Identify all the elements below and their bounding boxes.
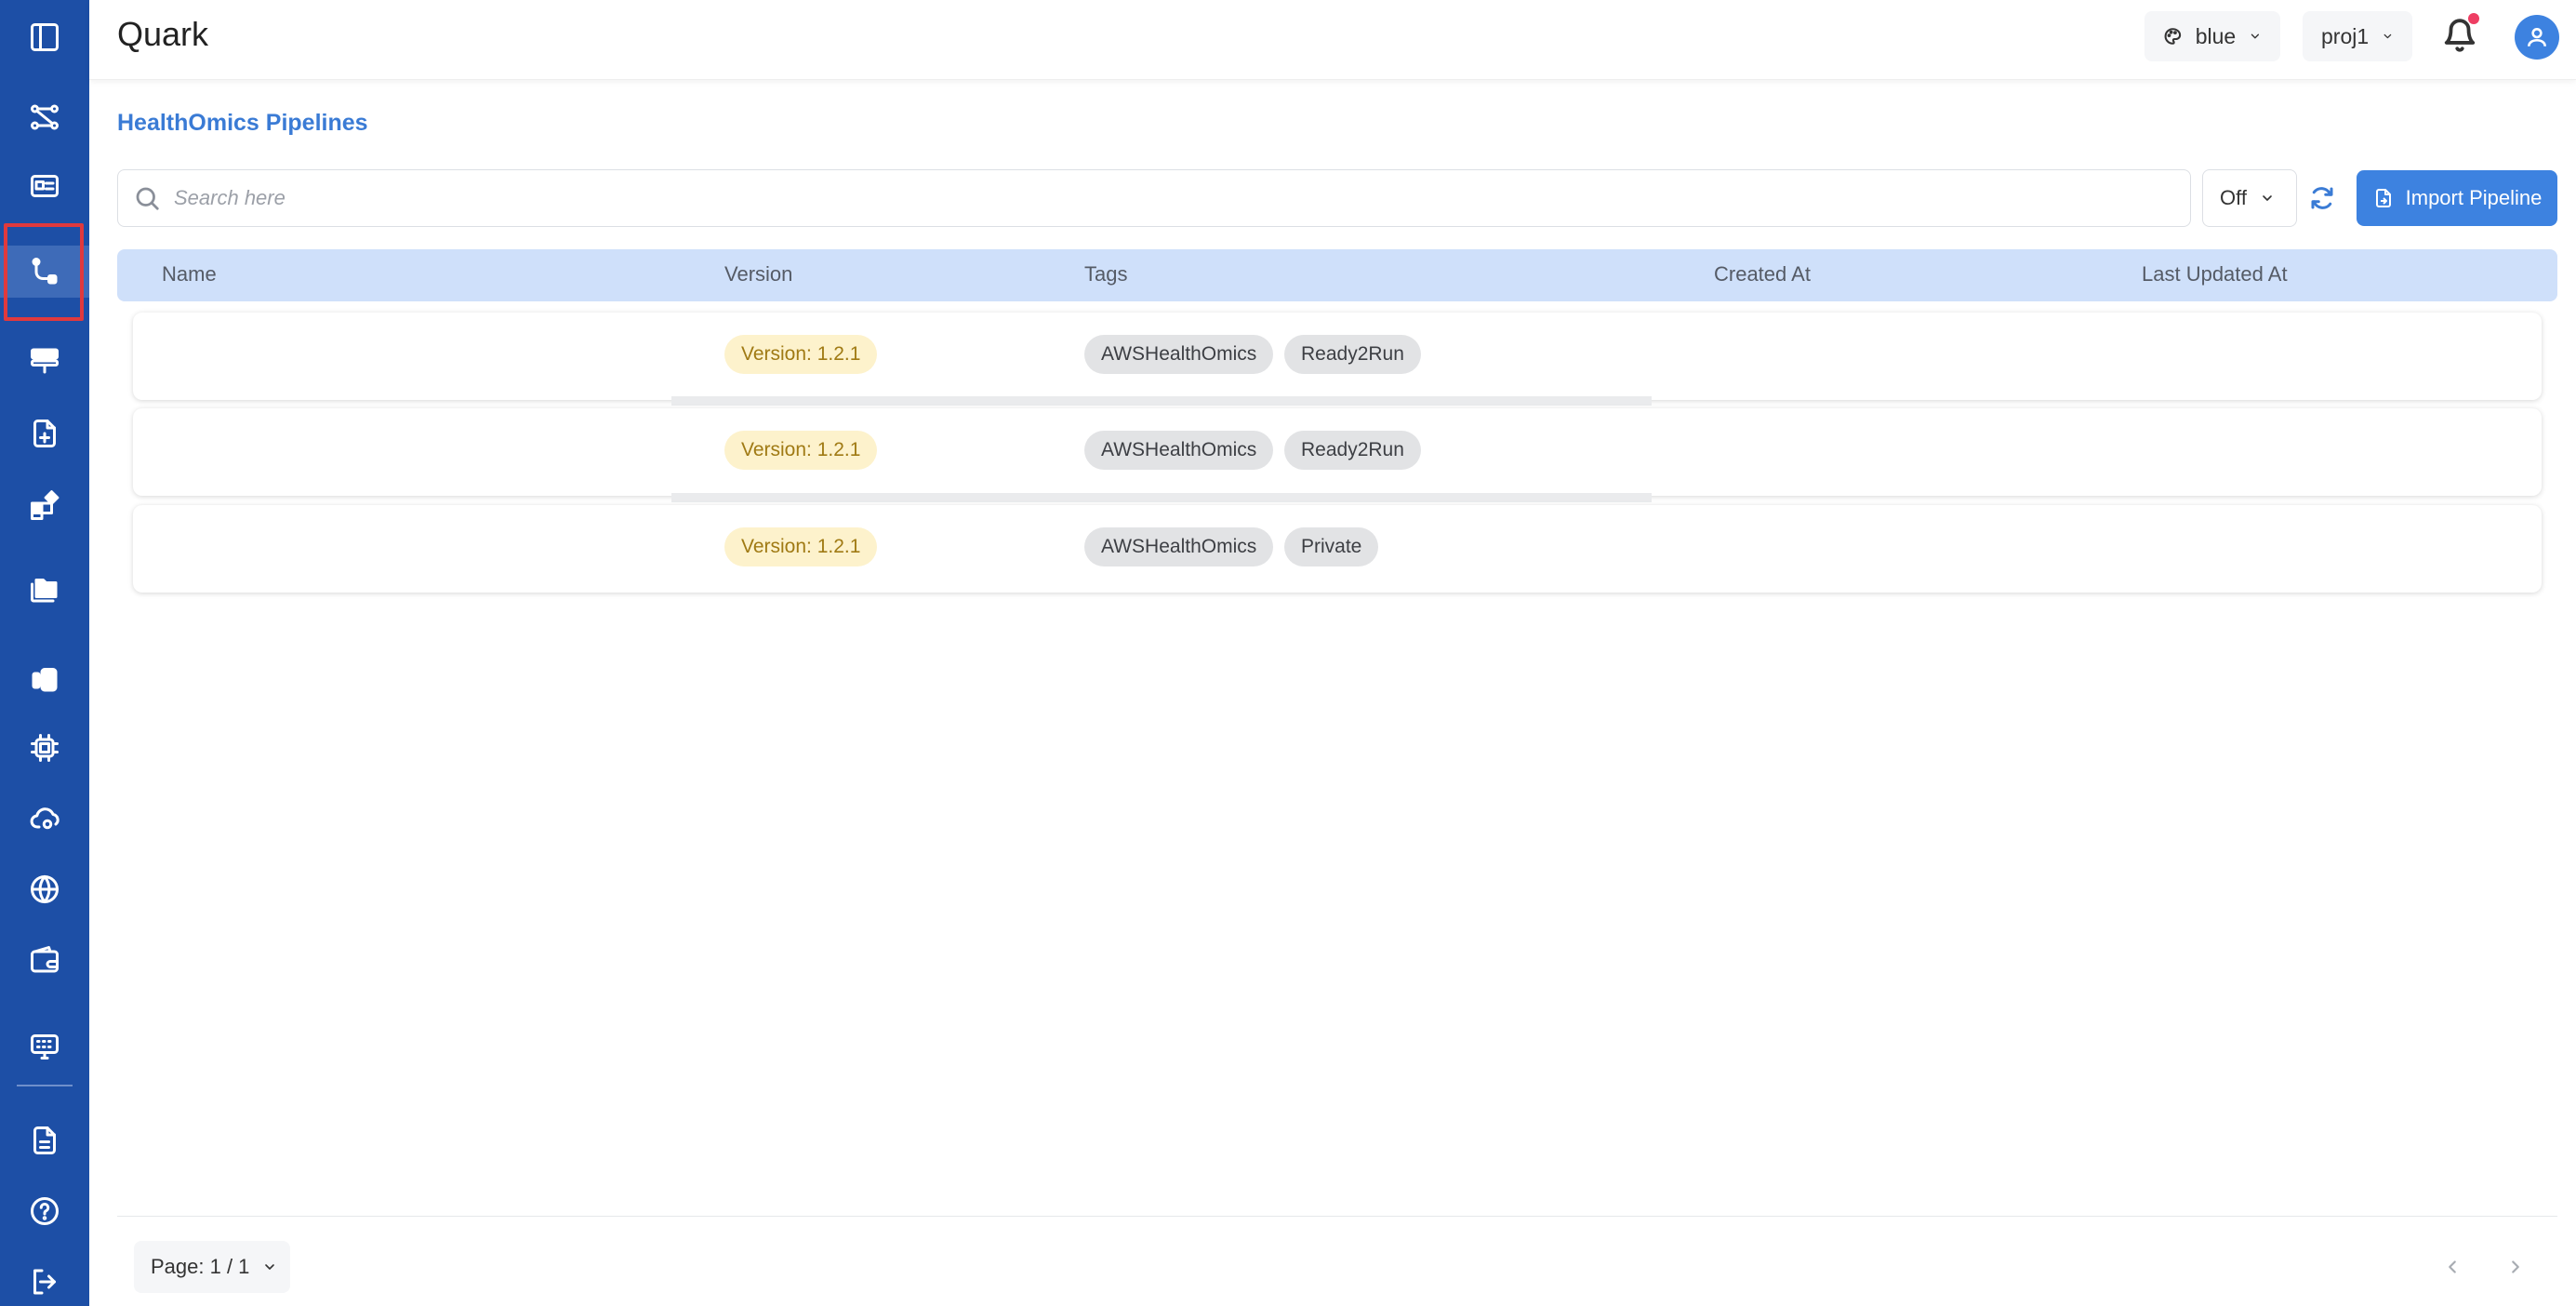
row-separator (671, 493, 1652, 502)
project-dropdown[interactable]: proj1 (2303, 11, 2412, 61)
search-icon (136, 187, 159, 210)
auto-refresh-value: Off (2220, 186, 2247, 209)
tag-badge: AWSHealthOmics (1084, 335, 1274, 374)
theme-value: blue (2195, 23, 2237, 48)
refresh-button[interactable] (2301, 169, 2344, 227)
chevron-down-icon (2263, 195, 2272, 201)
tag-badge: AWSHealthOmics (1084, 431, 1274, 470)
chip-icon[interactable] (0, 722, 89, 774)
version-badge: Version: 1.2.1 (724, 527, 878, 566)
logout-icon[interactable] (0, 1256, 89, 1306)
top-header: Quark blue proj1 (89, 0, 2576, 80)
import-file-icon (2375, 189, 2391, 207)
version-badge: Version: 1.2.1 (724, 431, 878, 470)
pipeline-icon[interactable] (0, 246, 89, 298)
globe-icon[interactable] (0, 863, 89, 915)
user-avatar[interactable] (2515, 15, 2559, 60)
server-icon[interactable] (0, 335, 89, 387)
dashboard-card-icon[interactable] (0, 160, 89, 212)
column-header-name[interactable]: Name (162, 262, 217, 287)
table-header: Name Version Tags Created At Last Update… (117, 249, 2557, 301)
notifications-button[interactable] (2442, 13, 2479, 58)
help-icon[interactable] (0, 1185, 89, 1237)
chevron-right-icon (2512, 1260, 2519, 1273)
app-title: Quark (117, 15, 209, 53)
widgets-icon[interactable] (0, 480, 89, 532)
notification-badge (2468, 13, 2479, 24)
sidebar-toggle-icon[interactable] (0, 11, 89, 63)
page-title: HealthOmics Pipelines (117, 110, 368, 136)
chevron-left-icon (2449, 1260, 2456, 1273)
table-row[interactable]: Version: 1.2.1 AWSHealthOmics Ready2Run (133, 313, 2542, 400)
tag-badge: Ready2Run (1284, 335, 1421, 374)
storage-icon[interactable] (0, 653, 89, 705)
chevron-down-icon (265, 1264, 275, 1270)
sidebar (0, 0, 89, 1306)
theme-dropdown[interactable]: blue (2144, 11, 2280, 61)
sidebar-divider (17, 1085, 73, 1086)
folder-icon[interactable] (0, 564, 89, 616)
refresh-icon (2311, 187, 2333, 209)
file-add-icon[interactable] (0, 407, 89, 460)
palette-icon (2164, 28, 2182, 45)
wallet-icon[interactable] (0, 934, 89, 986)
footer-divider (117, 1216, 2557, 1217)
cloud-settings-icon[interactable] (0, 793, 89, 845)
import-pipeline-button[interactable]: Import Pipeline (2357, 170, 2557, 226)
table-row[interactable]: Version: 1.2.1 AWSHealthOmics Ready2Run (133, 408, 2542, 496)
auto-refresh-dropdown[interactable]: Off (2202, 169, 2297, 227)
workflow-icon[interactable] (0, 91, 89, 143)
next-page-button[interactable] (2497, 1246, 2534, 1287)
document-icon[interactable] (0, 1114, 89, 1166)
previous-page-button[interactable] (2434, 1246, 2471, 1287)
chevron-down-icon (2383, 33, 2392, 39)
chevron-down-icon (2251, 33, 2260, 39)
page-label: Page: 1 / 1 (151, 1255, 250, 1278)
keyboard-icon[interactable] (0, 1019, 89, 1072)
tag-badge: Ready2Run (1284, 431, 1421, 470)
column-header-version[interactable]: Version (724, 262, 792, 287)
project-value: proj1 (2321, 23, 2370, 48)
search-input[interactable] (174, 186, 2127, 210)
table-row[interactable]: Version: 1.2.1 AWSHealthOmics Private (133, 505, 2542, 593)
version-badge: Version: 1.2.1 (724, 335, 878, 374)
row-separator (671, 396, 1652, 406)
column-header-created-at[interactable]: Created At (1714, 262, 1811, 287)
page-selector[interactable]: Page: 1 / 1 (134, 1241, 290, 1293)
column-header-tags[interactable]: Tags (1084, 262, 1127, 287)
import-pipeline-label: Import Pipeline (2405, 186, 2543, 209)
tag-badge: Private (1284, 527, 1379, 566)
search-bar[interactable] (117, 169, 2191, 227)
column-header-last-updated-at[interactable]: Last Updated At (2142, 262, 2288, 287)
tag-badge: AWSHealthOmics (1084, 527, 1274, 566)
user-icon (2528, 28, 2546, 47)
